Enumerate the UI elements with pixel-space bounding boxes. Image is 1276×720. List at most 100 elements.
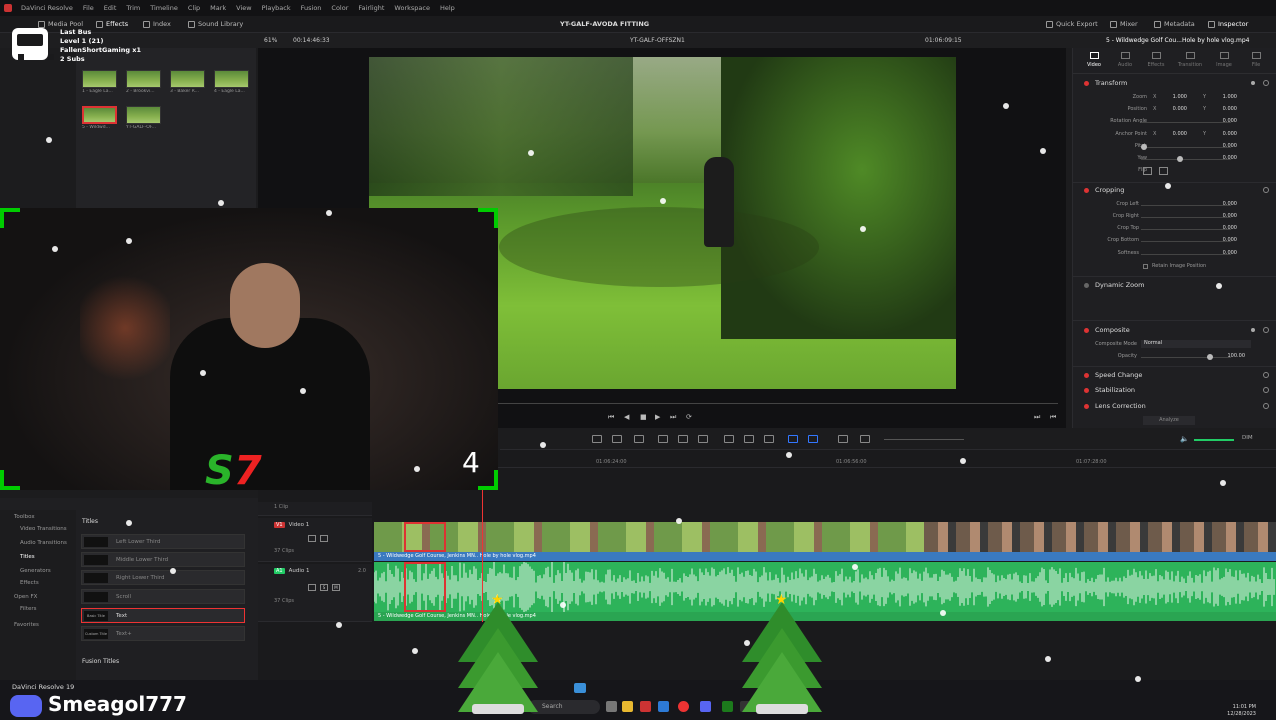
- crop-left-value[interactable]: 0.000: [1209, 201, 1237, 207]
- inspector-button[interactable]: Inspector: [1208, 20, 1248, 28]
- tree-effects[interactable]: Effects: [20, 580, 39, 586]
- index-button[interactable]: Index: [143, 20, 171, 28]
- track-header-a1[interactable]: A1 Audio 1 2.0 S M 37 Clips: [258, 564, 372, 622]
- insert-clip-icon[interactable]: [658, 435, 668, 443]
- trim-tool-icon[interactable]: [612, 435, 622, 443]
- tree-titles[interactable]: Titles: [20, 554, 35, 560]
- softness-value[interactable]: 0.000: [1209, 250, 1237, 256]
- stop-icon[interactable]: ■: [640, 413, 647, 421]
- menu-trim[interactable]: Trim: [121, 4, 145, 12]
- yaw-value[interactable]: 0.000: [1209, 155, 1237, 161]
- taskbar-app-icon[interactable]: [574, 683, 586, 693]
- play-reverse-icon[interactable]: ◀: [624, 413, 629, 421]
- solo-icon[interactable]: S: [320, 584, 328, 591]
- metadata-button[interactable]: Metadata: [1154, 20, 1195, 28]
- tab-effects[interactable]: Effects: [1141, 52, 1171, 68]
- tree-toolbox[interactable]: Toolbox: [14, 514, 35, 520]
- selection-tool-icon[interactable]: [592, 435, 602, 443]
- title-item[interactable]: Scroll: [81, 589, 245, 604]
- store-icon[interactable]: [658, 701, 669, 712]
- opacity-value[interactable]: 100.00: [1217, 353, 1246, 359]
- position-y-value[interactable]: 0.000: [1209, 106, 1237, 112]
- timeline-name[interactable]: YT-GALF-OFFSZN1: [630, 37, 685, 44]
- dim-button[interactable]: DIM: [1242, 435, 1253, 441]
- tab-file[interactable]: File: [1241, 52, 1271, 68]
- taskbar-search[interactable]: Search: [528, 700, 600, 714]
- zoom-fit-icon[interactable]: [838, 435, 848, 443]
- track-header-v1[interactable]: V1 Video 1 37 Clips: [258, 518, 372, 562]
- chrome-icon[interactable]: [678, 701, 689, 712]
- task-view-icon[interactable]: [606, 701, 617, 712]
- title-item[interactable]: Left Lower Third: [81, 534, 245, 549]
- tree-favorites[interactable]: Favorites: [14, 622, 39, 628]
- loop-icon[interactable]: ⟳: [686, 413, 692, 421]
- snapping-icon[interactable]: [724, 435, 734, 443]
- mixer-button[interactable]: Mixer: [1110, 20, 1138, 28]
- first-frame-icon[interactable]: ⏮: [608, 413, 614, 422]
- tree-audio-transitions[interactable]: Audio Transitions: [20, 540, 67, 546]
- track-lock-icon[interactable]: [308, 584, 316, 591]
- zoom-level[interactable]: 61%: [264, 37, 277, 44]
- zoom-y-value[interactable]: 1.000: [1209, 94, 1237, 100]
- tree-filters[interactable]: Filters: [20, 606, 37, 612]
- media-clip[interactable]: 1 - Eagle La...: [82, 70, 117, 98]
- title-item[interactable]: Right Lower Third: [81, 570, 245, 585]
- transform-section[interactable]: Transform: [1073, 79, 1276, 87]
- tree-generators[interactable]: Generators: [20, 568, 51, 574]
- flip-vertical-icon[interactable]: [1159, 167, 1168, 175]
- menu-playback[interactable]: Playback: [257, 4, 296, 12]
- title-item[interactable]: Middle Lower Third: [81, 552, 245, 567]
- composite-mode-select[interactable]: Normal: [1141, 340, 1251, 348]
- pitch-value[interactable]: 0.000: [1209, 143, 1237, 149]
- reset-icon[interactable]: [1263, 372, 1269, 378]
- crop-top-value[interactable]: 0.000: [1209, 225, 1237, 231]
- volume-slider[interactable]: [1194, 439, 1234, 441]
- menu-file[interactable]: File: [78, 4, 99, 12]
- track-visibility-icon[interactable]: [320, 535, 328, 542]
- crop-bottom-value[interactable]: 0.000: [1209, 237, 1237, 243]
- tab-image[interactable]: Image: [1209, 52, 1239, 68]
- analyze-button[interactable]: Analyze: [1143, 416, 1195, 425]
- sound-library-button[interactable]: Sound Library: [188, 20, 243, 28]
- reset-icon[interactable]: [1263, 187, 1269, 193]
- keyframe-icon[interactable]: [1251, 81, 1255, 85]
- dynamic-zoom-section[interactable]: Dynamic Zoom: [1073, 281, 1276, 289]
- anchor-x-value[interactable]: 0.000: [1159, 131, 1187, 137]
- next-edit-icon[interactable]: ⏭: [1034, 413, 1040, 422]
- crop-right-value[interactable]: 0.000: [1209, 213, 1237, 219]
- menu-mark[interactable]: Mark: [205, 4, 231, 12]
- composite-section[interactable]: Composite: [1073, 326, 1276, 334]
- xbox-icon[interactable]: [722, 701, 733, 712]
- menu-app[interactable]: DaVinci Resolve: [16, 4, 78, 12]
- reset-icon[interactable]: [1263, 403, 1269, 409]
- menu-fusion[interactable]: Fusion: [296, 4, 327, 12]
- selected-clip-outline[interactable]: [404, 562, 446, 612]
- speed-change-section[interactable]: Speed Change: [1073, 371, 1276, 379]
- link-icon[interactable]: [744, 435, 754, 443]
- slider-knob[interactable]: [1177, 156, 1183, 162]
- tab-transition[interactable]: Transition: [1175, 52, 1205, 68]
- stabilization-section[interactable]: Stabilization: [1073, 386, 1276, 394]
- replace-clip-icon[interactable]: [698, 435, 708, 443]
- cropping-section[interactable]: Cropping: [1073, 186, 1276, 194]
- slider-knob[interactable]: [1141, 144, 1147, 150]
- title-item[interactable]: Custom Title Text+: [81, 626, 245, 641]
- lens-correction-section[interactable]: Lens Correction: [1073, 402, 1276, 410]
- zoom-icon[interactable]: [860, 435, 870, 443]
- flag-icon[interactable]: [788, 435, 798, 443]
- reset-icon[interactable]: [1263, 327, 1269, 333]
- menu-fairlight[interactable]: Fairlight: [353, 4, 389, 12]
- menu-help[interactable]: Help: [435, 4, 460, 12]
- title-item-selected[interactable]: Basic Title Text: [81, 608, 245, 623]
- position-x-value[interactable]: 0.000: [1159, 106, 1187, 112]
- menu-color[interactable]: Color: [326, 4, 353, 12]
- scrub-bar[interactable]: [498, 403, 1058, 404]
- menu-clip[interactable]: Clip: [183, 4, 205, 12]
- anchor-y-value[interactable]: 0.000: [1209, 131, 1237, 137]
- file-explorer-icon[interactable]: [622, 701, 633, 712]
- overwrite-clip-icon[interactable]: [678, 435, 688, 443]
- selected-clip-outline[interactable]: [404, 522, 446, 552]
- reset-icon[interactable]: [1263, 387, 1269, 393]
- tree-open-fx[interactable]: Open FX: [14, 594, 37, 600]
- last-frame-icon[interactable]: ⏭: [670, 413, 676, 422]
